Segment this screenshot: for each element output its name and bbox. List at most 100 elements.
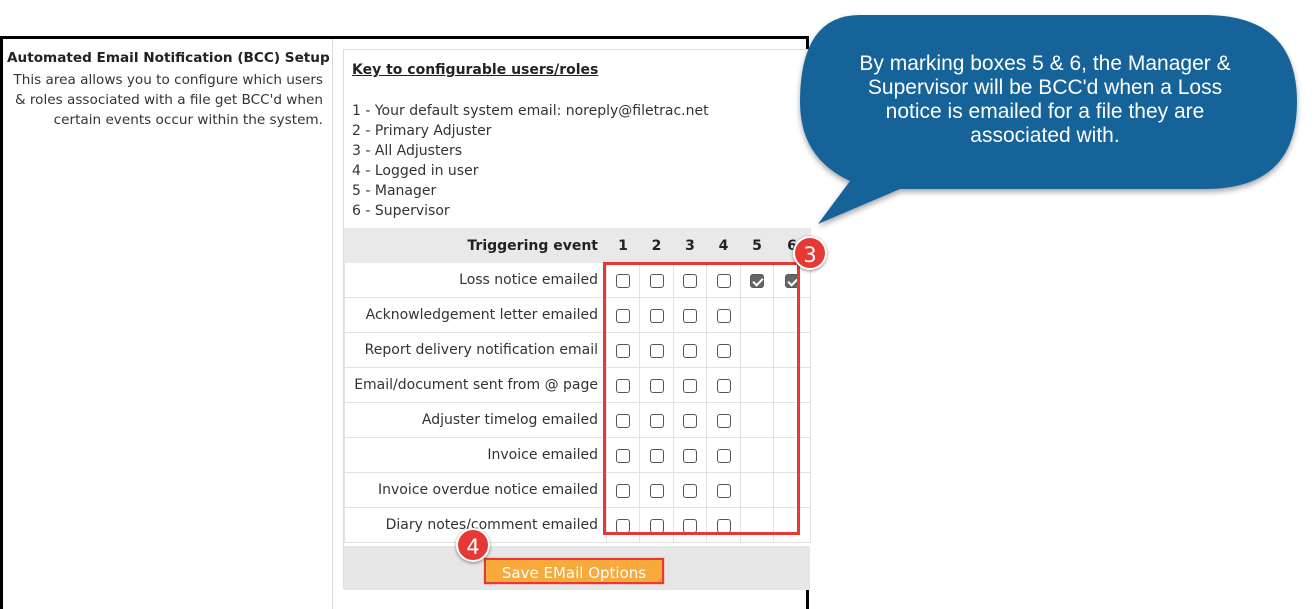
- checkbox-cell: [740, 437, 774, 473]
- checkbox-cell: [706, 472, 741, 508]
- triggering-event-label: Email/document sent from @ page: [344, 367, 607, 403]
- checkbox-cell: [639, 402, 674, 438]
- role-4-checkbox[interactable]: [716, 519, 731, 533]
- role-5-checkbox[interactable]: [750, 274, 764, 288]
- checkbox-cell: [639, 507, 674, 543]
- grid-body: Loss notice emailed Acknowledgement lette…: [344, 262, 811, 543]
- role-3-checkbox[interactable]: [683, 484, 697, 498]
- table-row: Adjuster timelog emailed: [344, 402, 811, 438]
- role-1-checkbox[interactable]: [616, 274, 630, 288]
- role-1-checkbox[interactable]: [616, 379, 630, 393]
- checkbox-cell: [606, 402, 640, 438]
- checkbox-cell: [673, 367, 707, 403]
- checkbox-cell: [639, 367, 674, 403]
- role-2-checkbox[interactable]: [649, 379, 664, 393]
- table-row: Loss notice emailed: [344, 262, 811, 298]
- checkbox-cell: [740, 367, 774, 403]
- checkbox-cell: [740, 262, 774, 298]
- checkbox-cell: [740, 402, 774, 438]
- checkbox-cell: [773, 367, 811, 403]
- settings-frame: Automated Email Notification (BCC) Setup…: [0, 36, 811, 609]
- checkbox-cell: [606, 332, 640, 368]
- table-row: Report delivery notification email: [344, 332, 811, 368]
- triggering-event-header: Triggering event: [344, 228, 607, 263]
- checkbox-cell: [673, 437, 707, 473]
- role-3-checkbox[interactable]: [683, 414, 697, 428]
- role-4-checkbox[interactable]: [716, 379, 731, 393]
- checkbox-cell: [606, 437, 640, 473]
- role-1-checkbox[interactable]: [616, 519, 630, 533]
- role-3-checkbox[interactable]: [683, 379, 697, 393]
- checkbox-cell: [673, 297, 707, 333]
- checkbox-cell: [639, 297, 674, 333]
- key-title: Key to configurable users/roles: [352, 62, 599, 78]
- grid-header-row: Triggering event 1 2 3 4 5 6: [344, 228, 811, 263]
- checkbox-cell: [706, 402, 741, 438]
- checkbox-cell: [639, 262, 674, 298]
- role-3-checkbox[interactable]: [683, 519, 697, 533]
- bcc-settings-panel: Key to configurable users/roles 1 - Your…: [343, 49, 811, 590]
- triggering-event-label: Invoice emailed: [344, 437, 607, 473]
- role-3-checkbox[interactable]: [683, 309, 697, 323]
- save-email-options-button[interactable]: Save EMail Options: [484, 558, 664, 584]
- checkbox-cell: [773, 297, 811, 333]
- role-2-checkbox[interactable]: [649, 414, 664, 428]
- role-4-checkbox[interactable]: [716, 449, 731, 463]
- checkbox-cell: [706, 367, 741, 403]
- checkbox-cell: [706, 332, 741, 368]
- checkbox-cell: [706, 507, 741, 543]
- role-2-checkbox[interactable]: [649, 484, 664, 498]
- role-3-checkbox[interactable]: [683, 274, 697, 288]
- checkbox-cell: [740, 297, 774, 333]
- role-1-checkbox[interactable]: [616, 344, 630, 358]
- role-4-checkbox[interactable]: [716, 309, 731, 323]
- checkbox-cell: [639, 332, 674, 368]
- checkbox-cell: [673, 472, 707, 508]
- checkbox-cell: [639, 437, 674, 473]
- role-2-checkbox[interactable]: [649, 449, 664, 463]
- triggering-event-label: Acknowledgement letter emailed: [344, 297, 607, 333]
- checkbox-cell: [773, 472, 811, 508]
- role-1-checkbox[interactable]: [616, 449, 630, 463]
- role-3-checkbox[interactable]: [683, 449, 697, 463]
- checkbox-cell: [740, 472, 774, 508]
- column-header-4: 4: [706, 228, 741, 263]
- triggering-event-label: Adjuster timelog emailed: [344, 402, 607, 438]
- triggering-event-label: Invoice overdue notice emailed: [344, 472, 607, 508]
- key-item: 4 - Logged in user: [352, 163, 479, 179]
- triggering-event-label: Loss notice emailed: [344, 262, 607, 298]
- checkbox-cell: [773, 437, 811, 473]
- role-4-checkbox[interactable]: [716, 274, 731, 288]
- column-header-3: 3: [673, 228, 707, 263]
- role-3-checkbox[interactable]: [683, 344, 697, 358]
- key-item: 1 - Your default system email: noreply@f…: [352, 103, 709, 119]
- checkbox-cell: [606, 367, 640, 403]
- checkbox-cell: [639, 472, 674, 508]
- role-2-checkbox[interactable]: [649, 309, 664, 323]
- role-1-checkbox[interactable]: [616, 309, 630, 323]
- role-4-checkbox[interactable]: [716, 414, 731, 428]
- section-label-column: Automated Email Notification (BCC) Setup…: [3, 39, 333, 609]
- column-header-2: 2: [639, 228, 674, 263]
- checkbox-cell: [606, 297, 640, 333]
- role-1-checkbox[interactable]: [616, 414, 630, 428]
- role-1-checkbox[interactable]: [616, 484, 630, 498]
- column-header-1: 1: [606, 228, 640, 263]
- role-2-checkbox[interactable]: [649, 274, 664, 288]
- table-row: Invoice emailed: [344, 437, 811, 473]
- checkbox-cell: [606, 507, 640, 543]
- key-item: 3 - All Adjusters: [352, 143, 463, 159]
- role-6-checkbox[interactable]: [785, 274, 799, 288]
- checkbox-cell: [740, 507, 774, 543]
- role-2-checkbox[interactable]: [649, 344, 664, 358]
- checkbox-cell: [706, 262, 741, 298]
- role-4-checkbox[interactable]: [716, 344, 731, 358]
- triggering-event-label: Report delivery notification email: [344, 332, 607, 368]
- role-4-checkbox[interactable]: [716, 484, 731, 498]
- checkbox-cell: [773, 507, 811, 543]
- table-row: Diary notes/comment emailed: [344, 507, 811, 543]
- checkbox-cell: [606, 262, 640, 298]
- role-2-checkbox[interactable]: [649, 519, 664, 533]
- checkbox-cell: [773, 402, 811, 438]
- checkbox-cell: [740, 332, 774, 368]
